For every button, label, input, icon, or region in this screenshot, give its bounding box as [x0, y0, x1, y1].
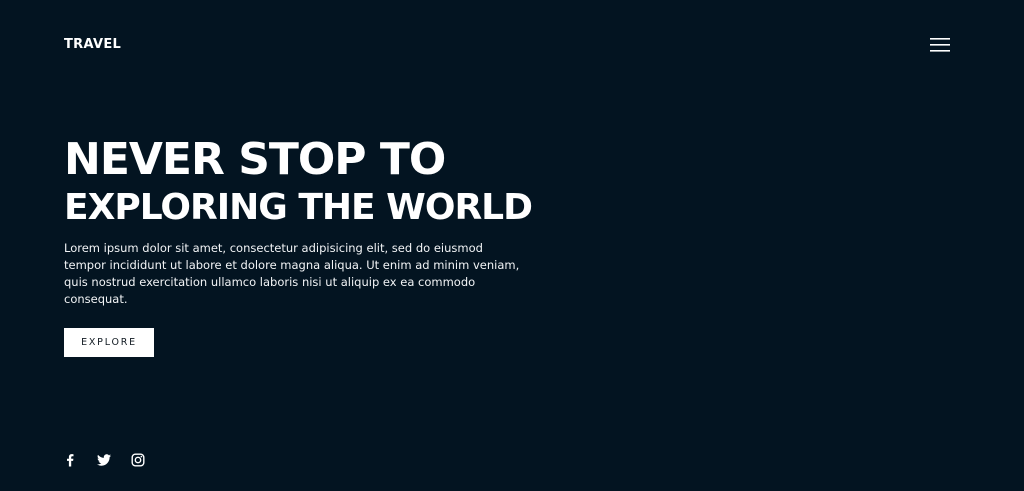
logo[interactable]: TRAVEL	[64, 37, 121, 53]
hero-section: NEVER STOP TO EXPLORING THE WORLD Lorem …	[64, 132, 564, 357]
twitter-link[interactable]	[96, 452, 112, 468]
twitter-icon	[97, 454, 111, 466]
facebook-link[interactable]	[62, 452, 78, 468]
social-links	[62, 452, 146, 468]
instagram-link[interactable]	[130, 452, 146, 468]
hamburger-menu-icon	[930, 38, 950, 52]
explore-button[interactable]: EXPLORE	[64, 328, 154, 357]
hero-title: NEVER STOP TO EXPLORING THE WORLD	[64, 132, 564, 228]
facebook-icon	[67, 454, 74, 467]
instagram-icon	[131, 453, 145, 467]
hero-description: Lorem ipsum dolor sit amet, consectetur …	[64, 241, 520, 306]
hero-title-line2: EXPLORING THE WORLD	[64, 187, 533, 228]
menu-button[interactable]	[929, 37, 953, 53]
hero-title-line1: NEVER STOP TO	[64, 134, 446, 185]
